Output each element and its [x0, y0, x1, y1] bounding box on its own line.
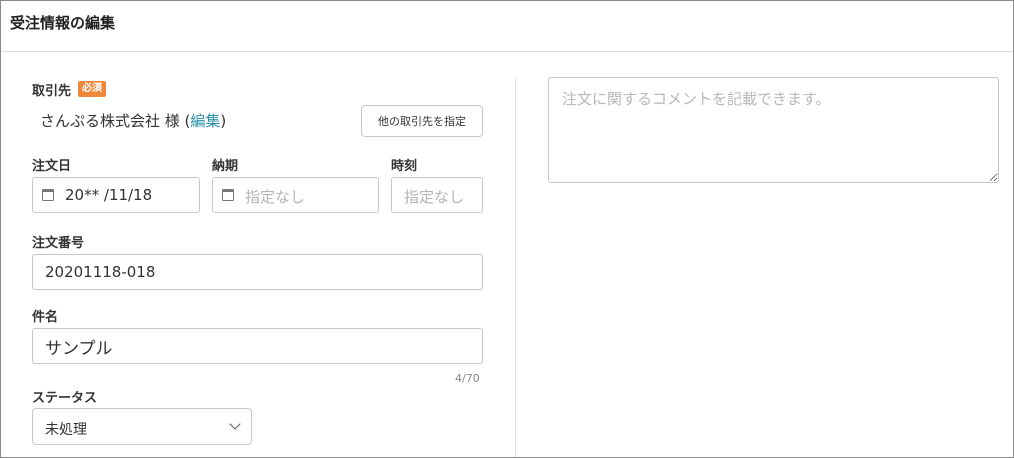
order-date-value: 20** /11/18 [65, 186, 153, 204]
calendar-icon [222, 189, 234, 201]
dialog-frame [0, 0, 1014, 458]
calendar-icon [42, 189, 54, 201]
chevron-down-icon [229, 418, 241, 430]
subject-input[interactable] [32, 328, 483, 364]
client-label: 取引先 [32, 84, 72, 99]
client-name-text: さんぷる株式会社 様 ( [40, 112, 191, 130]
required-badge: 必須 [78, 81, 106, 97]
column-divider [515, 77, 516, 457]
page-title: 受注情報の編集 [10, 14, 116, 32]
delivery-date-placeholder: 指定なし [245, 188, 306, 206]
time-field[interactable]: 指定なし [391, 177, 483, 213]
comment-textarea[interactable] [548, 77, 999, 183]
change-client-button[interactable]: 他の取引先を指定 [361, 105, 483, 137]
client-name-suffix: ) [220, 112, 227, 130]
order-number-label: 注文番号 [32, 236, 85, 251]
status-selected-value: 未処理 [45, 422, 87, 438]
subject-char-counter: 4/70 [455, 372, 480, 385]
delivery-date-field[interactable]: 指定なし [212, 177, 379, 213]
time-placeholder: 指定なし [404, 188, 465, 206]
subject-label: 件名 [32, 310, 59, 325]
status-select[interactable]: 未処理 [32, 408, 252, 445]
status-label: ステータス [32, 391, 98, 406]
order-number-input[interactable] [32, 254, 483, 290]
client-name: さんぷる株式会社 様 (編集) [40, 110, 226, 131]
order-date-field[interactable]: 20** /11/18 [32, 177, 200, 213]
edit-client-link[interactable]: 編集 [190, 112, 220, 130]
delivery-date-label: 納期 [212, 159, 239, 174]
order-date-label: 注文日 [32, 159, 72, 174]
dialog-header: 受注情報の編集 [1, 1, 1013, 52]
time-label: 時刻 [391, 159, 418, 174]
